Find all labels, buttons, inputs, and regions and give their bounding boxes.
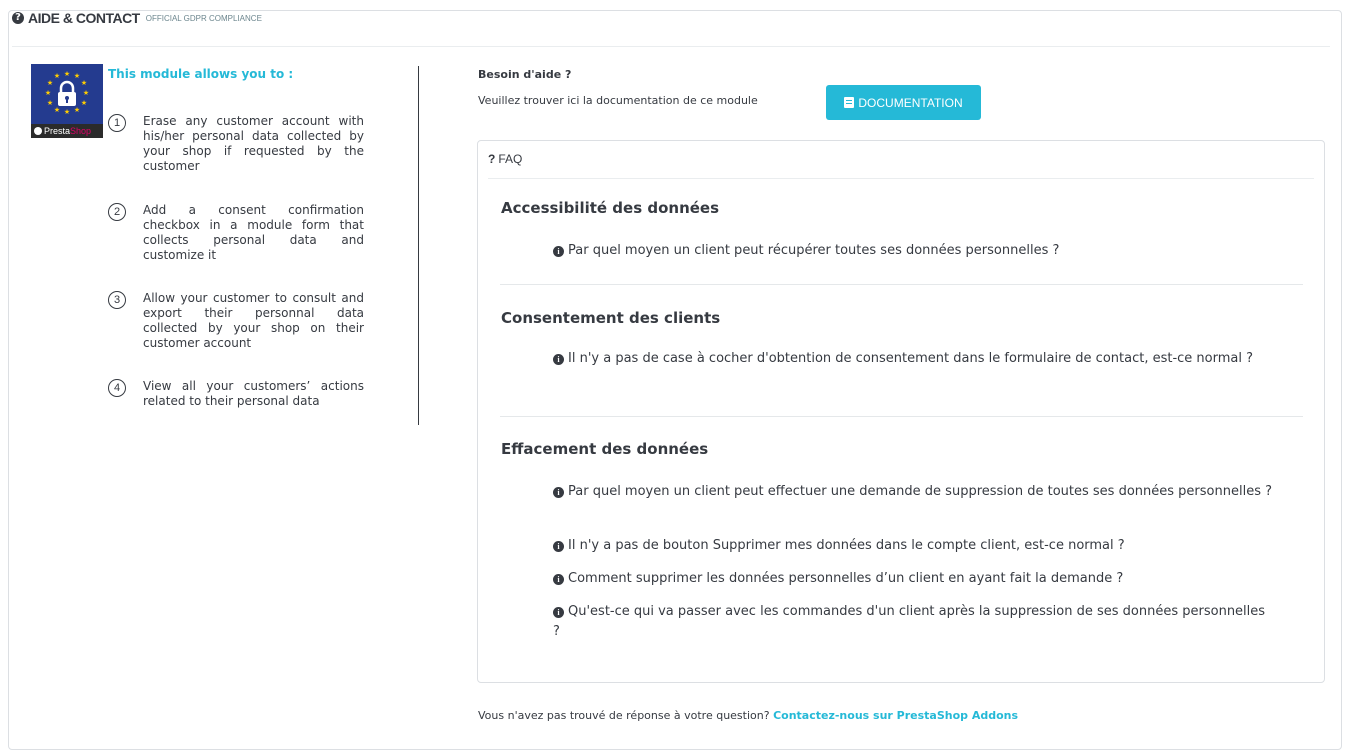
- step-number-icon: 1: [108, 114, 126, 132]
- svg-text:★: ★: [81, 99, 87, 107]
- footer-contact: Vous n'avez pas trouvé de réponse à votr…: [478, 709, 1018, 722]
- panel-title: AIDE & CONTACT: [28, 10, 140, 26]
- info-icon: i: [553, 354, 564, 365]
- faq-category-title: Accessibilité des données: [501, 199, 720, 217]
- faq-question[interactable]: i Comment supprimer les données personnel…: [553, 569, 1273, 589]
- question-mark-icon: ?: [488, 152, 496, 166]
- feature-item: 4 View all your customers’ actions relat…: [108, 379, 364, 409]
- faq-heading: ? FAQ: [488, 141, 1314, 179]
- module-intro-title: This module allows you to :: [108, 67, 294, 81]
- documentation-button[interactable]: DOCUMENTATION: [826, 85, 981, 120]
- info-icon: i: [553, 541, 564, 552]
- faq-question[interactable]: i Par quel moyen un client peut effectuer…: [553, 482, 1273, 502]
- svg-text:★: ★: [45, 89, 51, 97]
- step-number-icon: 3: [108, 291, 126, 309]
- svg-text:★: ★: [54, 72, 60, 80]
- step-number-icon: 2: [108, 203, 126, 221]
- feature-item: 3 Allow your customer to consult and exp…: [108, 291, 364, 351]
- question-circle-icon: ?: [12, 12, 24, 24]
- faq-panel: ? FAQ Accessibilité des données i Par quel…: [477, 140, 1325, 683]
- faq-question-text: Il n'y a pas de bouton Supprimer mes don…: [568, 538, 1125, 553]
- prestashop-logo-icon: [34, 127, 42, 135]
- svg-text:★: ★: [64, 108, 70, 116]
- svg-text:★: ★: [54, 106, 60, 114]
- svg-text:★: ★: [74, 106, 80, 114]
- info-icon: i: [553, 574, 564, 585]
- feature-text: Add a consent confirmation checkbox in a…: [143, 203, 364, 262]
- step-number-icon: 4: [108, 379, 126, 397]
- eu-stars-lock-icon: ★ ★★ ★★★ ★★★ ★★★: [45, 70, 89, 116]
- svg-text:★: ★: [64, 70, 70, 78]
- faq-question[interactable]: i Par quel moyen un client peut récupérer…: [553, 241, 1273, 261]
- help-text: Veuillez trouver ici la documentation de…: [478, 94, 758, 107]
- faq-category-title: Effacement des données: [501, 440, 709, 458]
- info-icon: i: [553, 607, 564, 618]
- faq-question-text: Comment supprimer les données personnell…: [568, 571, 1124, 586]
- contact-addons-link[interactable]: Contactez-nous sur PrestaShop Addons: [773, 709, 1018, 722]
- feature-item: 1 Erase any customer account with his/he…: [108, 114, 364, 174]
- faq-separator: [500, 416, 1303, 417]
- feature-text: Allow your customer to consult and expor…: [143, 291, 364, 350]
- svg-text:★: ★: [74, 72, 80, 80]
- faq-question[interactable]: i Il n'y a pas de case à cocher d'obtenti…: [553, 349, 1273, 369]
- column-divider: [418, 66, 419, 425]
- faq-question[interactable]: i Il n'y a pas de bouton Supprimer mes do…: [553, 536, 1273, 556]
- svg-text:★: ★: [47, 99, 53, 107]
- documentation-button-label: DOCUMENTATION: [858, 95, 963, 110]
- svg-text:★: ★: [81, 79, 87, 87]
- faq-question-text: Qu'est-ce qui va passer avec les command…: [553, 604, 1266, 639]
- book-icon: [844, 97, 855, 108]
- faq-question-text: Par quel moyen un client peut effectuer …: [568, 484, 1272, 499]
- faq-separator: [500, 284, 1303, 285]
- module-logo: ★ ★ ★ ★ ★ ★ ★ ★ ★ ★ ★ ★ PrestaShop: [31, 64, 103, 138]
- prestashop-brand: PrestaShop: [31, 124, 103, 138]
- panel-heading: ? AIDE & CONTACT OFFICIAL GDPR COMPLIANC…: [12, 10, 1330, 47]
- brand-part-b: Shop: [70, 126, 92, 136]
- feature-text: View all your customers’ actions related…: [143, 379, 364, 408]
- feature-text: Erase any customer account with his/her …: [143, 114, 364, 173]
- faq-question-text: Par quel moyen un client peut récupérer …: [568, 243, 1060, 258]
- svg-text:★: ★: [83, 89, 89, 97]
- help-title: Besoin d'aide ?: [478, 68, 572, 81]
- faq-category-title: Consentement des clients: [501, 309, 721, 327]
- footer-text: Vous n'avez pas trouvé de réponse à votr…: [478, 709, 770, 722]
- svg-text:★: ★: [47, 79, 53, 87]
- faq-question[interactable]: i Qu'est-ce qui va passer avec les comman…: [553, 602, 1273, 642]
- feature-item: 2 Add a consent confirmation checkbox in…: [108, 203, 364, 263]
- info-icon: i: [553, 246, 564, 257]
- faq-question-text: Il n'y a pas de case à cocher d'obtentio…: [568, 351, 1254, 366]
- faq-heading-label: FAQ: [498, 152, 523, 166]
- brand-part-a: Presta: [44, 126, 71, 136]
- info-icon: i: [553, 487, 564, 498]
- panel-subtitle: OFFICIAL GDPR COMPLIANCE: [145, 14, 262, 23]
